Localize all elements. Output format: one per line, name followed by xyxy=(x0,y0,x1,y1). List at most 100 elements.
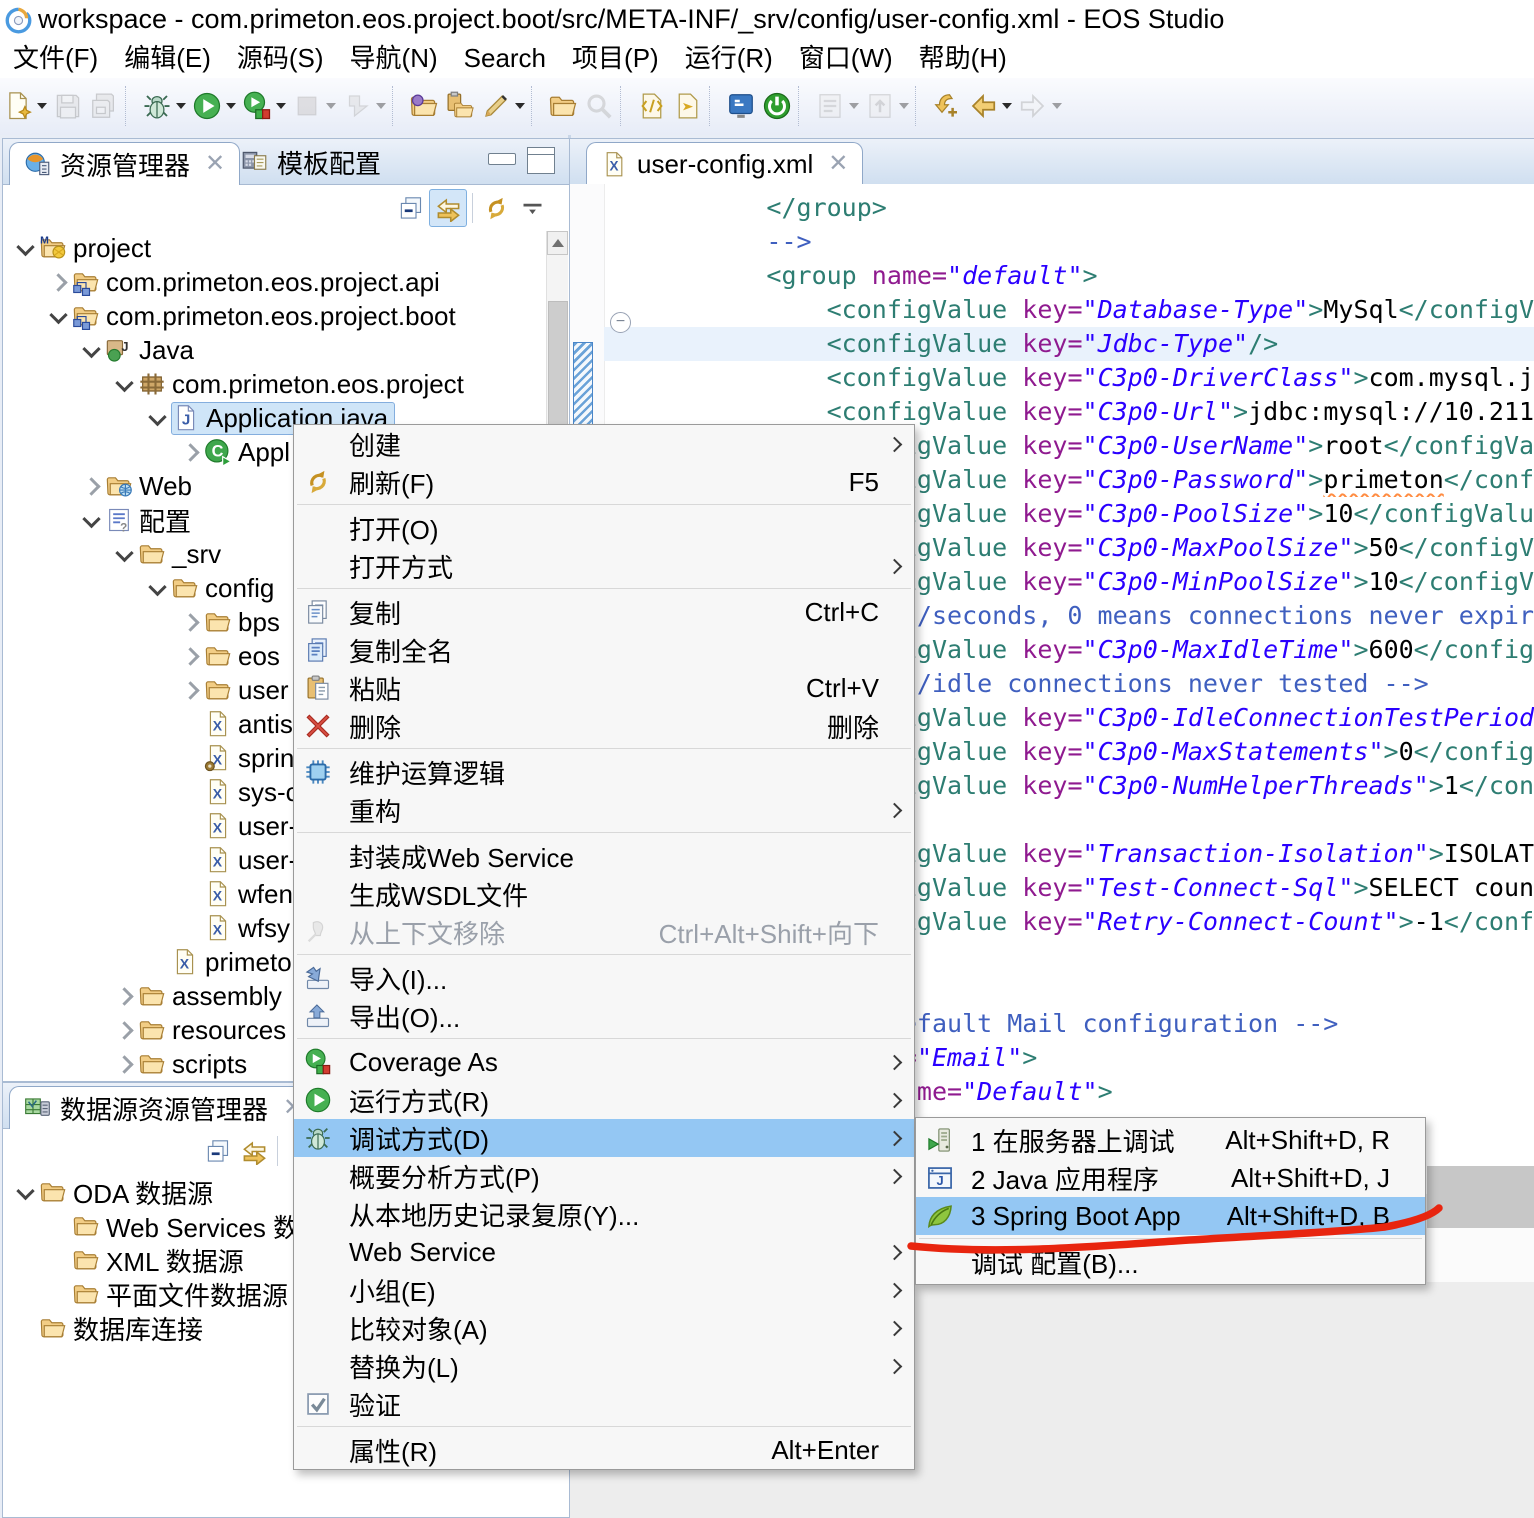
tab-template-config[interactable]: 模板配置 xyxy=(227,142,395,183)
context-menu-item[interactable]: 刷新(F)F5 xyxy=(294,463,914,501)
chevron-right-icon[interactable] xyxy=(176,446,204,459)
debug-submenu-item[interactable]: 3 Spring Boot AppAlt+Shift+D, B xyxy=(916,1197,1425,1235)
context-menu-item[interactable]: 调试方式(D) xyxy=(294,1119,914,1157)
menubar-item[interactable]: 源码(S) xyxy=(224,38,337,78)
toolbar-search-button[interactable] xyxy=(581,84,617,128)
context-menu-item[interactable]: 属性(R)Alt+Enter xyxy=(294,1431,914,1469)
dropdown-caret-icon[interactable] xyxy=(276,103,286,109)
chevron-down-icon[interactable] xyxy=(143,582,171,595)
chevron-right-icon[interactable] xyxy=(110,1058,138,1071)
context-menu-item[interactable]: 运行方式(R) xyxy=(294,1081,914,1119)
toolbar-last-edit-button[interactable] xyxy=(929,84,965,128)
dropdown-caret-icon[interactable] xyxy=(226,103,236,109)
chevron-down-icon[interactable] xyxy=(11,242,39,255)
fold-collapse-icon[interactable]: − xyxy=(610,312,631,333)
context-menu-item[interactable]: 打开(O) xyxy=(294,509,914,547)
tab-datasource-explorer[interactable]: 数据源资源管理器 ✕ xyxy=(9,1086,318,1129)
toolbar-profile-button[interactable] xyxy=(339,84,389,128)
view-menu-icon[interactable] xyxy=(514,190,550,226)
dropdown-caret-icon[interactable] xyxy=(899,103,909,109)
chevron-down-icon[interactable] xyxy=(11,1186,39,1199)
context-menu-item[interactable]: 重构 xyxy=(294,791,914,829)
minimize-icon[interactable] xyxy=(488,153,516,165)
context-menu-item[interactable]: Web Service xyxy=(294,1233,914,1271)
collapse-all-icon[interactable] xyxy=(200,1133,236,1169)
context-menu-item[interactable]: 删除删除 xyxy=(294,707,914,745)
context-menu-item[interactable]: 创建 xyxy=(294,425,914,463)
tree-item[interactable]: com.primeton.eos.project.api xyxy=(3,265,546,299)
editor-tab-user-config[interactable]: X user-config.xml ✕ xyxy=(586,142,863,185)
chevron-down-icon[interactable] xyxy=(44,310,72,323)
menubar-item[interactable]: 文件(F) xyxy=(0,38,111,78)
dropdown-caret-icon[interactable] xyxy=(1002,103,1012,109)
toolbar-open-folder-button[interactable] xyxy=(545,84,581,128)
toolbar-forward-button[interactable] xyxy=(1015,84,1065,128)
tree-item[interactable]: JJava xyxy=(3,333,546,367)
context-menu-item[interactable]: 从上下文移除Ctrl+Alt+Shift+向下 xyxy=(294,913,914,951)
toolbar-start-server-button[interactable] xyxy=(759,84,795,128)
chevron-right-icon[interactable] xyxy=(176,650,204,663)
chevron-down-icon[interactable] xyxy=(110,548,138,561)
toolbar-save-button[interactable] xyxy=(50,84,86,128)
chevron-right-icon[interactable] xyxy=(110,990,138,1003)
toolbar-upload-button[interactable] xyxy=(862,84,912,128)
toolbar-run-button[interactable] xyxy=(189,84,239,128)
toolbar-paste-folder-button[interactable] xyxy=(442,84,478,128)
toolbar-open-resource-button[interactable] xyxy=(406,84,442,128)
context-menu-item[interactable]: 小组(E) xyxy=(294,1271,914,1309)
context-menu-item[interactable]: 维护运算逻辑 xyxy=(294,753,914,791)
close-icon[interactable]: ✕ xyxy=(828,152,848,176)
context-menu-item[interactable]: 替换为(L) xyxy=(294,1347,914,1385)
chevron-down-icon[interactable] xyxy=(110,378,138,391)
context-menu-item[interactable]: 打开方式 xyxy=(294,547,914,585)
tree-item[interactable]: com.primeton.eos.project xyxy=(3,367,546,401)
dropdown-caret-icon[interactable] xyxy=(1052,103,1062,109)
menubar-item[interactable]: 导航(N) xyxy=(337,38,451,78)
chevron-down-icon[interactable] xyxy=(77,344,105,357)
context-menu-item[interactable]: 从本地历史记录复原(Y)... xyxy=(294,1195,914,1233)
link-with-editor-icon[interactable] xyxy=(429,189,467,227)
context-menu-item[interactable]: 导入(I)... xyxy=(294,959,914,997)
context-menu-item[interactable]: 复制全名 xyxy=(294,631,914,669)
toolbar-back-button[interactable] xyxy=(965,84,1015,128)
context-menu-item[interactable]: 概要分析方式(P) xyxy=(294,1157,914,1195)
link-with-editor-icon[interactable] xyxy=(236,1133,272,1169)
collapse-all-icon[interactable] xyxy=(393,190,429,226)
menubar-item[interactable]: 编辑(E) xyxy=(111,38,224,78)
dropdown-caret-icon[interactable] xyxy=(515,103,525,109)
toolbar-new-wizard-button[interactable] xyxy=(0,84,50,128)
debug-submenu-item[interactable]: 调试 配置(B)... xyxy=(916,1243,1425,1281)
dropdown-caret-icon[interactable] xyxy=(376,103,386,109)
toolbar-stop-button[interactable] xyxy=(289,84,339,128)
context-menu-item[interactable]: 封装成Web Service xyxy=(294,837,914,875)
tree-item[interactable]: com.primeton.eos.project.boot xyxy=(3,299,546,333)
context-menu-item[interactable]: 比较对象(A) xyxy=(294,1309,914,1347)
chevron-right-icon[interactable] xyxy=(176,684,204,697)
menubar-item[interactable]: 窗口(W) xyxy=(786,38,906,78)
toolbar-xml-run-button[interactable] xyxy=(634,84,670,128)
dropdown-caret-icon[interactable] xyxy=(326,103,336,109)
context-menu-item[interactable]: 导出(O)... xyxy=(294,997,914,1035)
toolbar-console-button[interactable] xyxy=(723,84,759,128)
chevron-down-icon[interactable] xyxy=(77,514,105,527)
chevron-right-icon[interactable] xyxy=(176,616,204,629)
dropdown-caret-icon[interactable] xyxy=(849,103,859,109)
toolbar-save-all-button[interactable] xyxy=(86,84,122,128)
menubar-item[interactable]: Search xyxy=(451,38,559,78)
maximize-icon[interactable] xyxy=(527,147,555,174)
toolbar-task-list-button[interactable] xyxy=(812,84,862,128)
debug-submenu-item[interactable]: 1 在服务器上调试Alt+Shift+D, R xyxy=(916,1121,1425,1159)
context-menu-item[interactable]: Coverage As xyxy=(294,1043,914,1081)
chevron-right-icon[interactable] xyxy=(110,1024,138,1037)
toolbar-coverage-button[interactable] xyxy=(239,84,289,128)
tab-resource-explorer[interactable]: 资源管理器 ✕ xyxy=(9,142,240,185)
toolbar-debug-button[interactable] xyxy=(139,84,189,128)
menubar-item[interactable]: 项目(P) xyxy=(559,38,672,78)
context-menu-item[interactable]: 生成WSDL文件 xyxy=(294,875,914,913)
close-icon[interactable]: ✕ xyxy=(205,152,225,176)
refresh-icon[interactable] xyxy=(478,190,514,226)
chevron-down-icon[interactable] xyxy=(143,412,171,425)
toolbar-highlighter-button[interactable] xyxy=(478,84,528,128)
dropdown-caret-icon[interactable] xyxy=(37,103,47,109)
context-menu-item[interactable]: 复制Ctrl+C xyxy=(294,593,914,631)
